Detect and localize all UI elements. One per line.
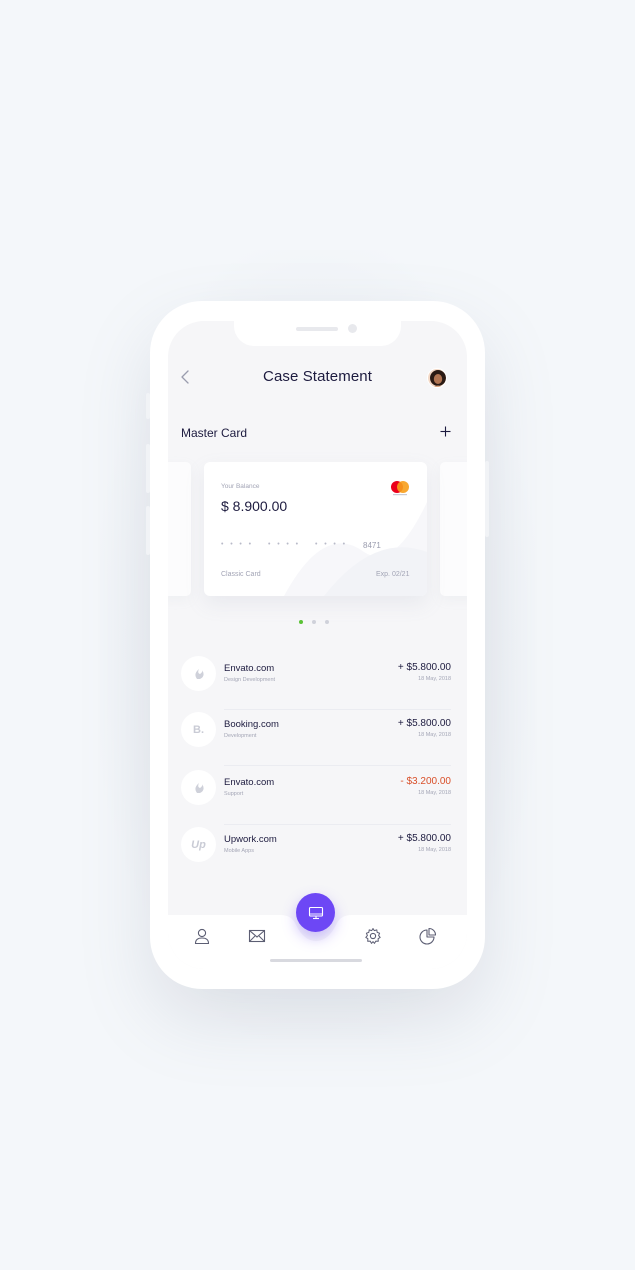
transaction-date: 18 May, 2018 — [418, 847, 451, 853]
avatar-portrait-icon — [430, 370, 446, 387]
pie-chart-icon[interactable] — [419, 927, 437, 945]
side-button-volume-up — [146, 444, 150, 493]
home-indicator[interactable] — [270, 959, 362, 962]
user-icon[interactable] — [193, 927, 211, 945]
mastercard-logo-icon — [391, 481, 409, 496]
previous-card-peek[interactable] — [168, 462, 191, 596]
transaction-amount: - $3.200.00 — [400, 776, 451, 787]
transaction-list: Envato.com Design Development + $5.800.0… — [181, 654, 451, 881]
transaction-row[interactable]: Up Upwork.com Mobile Apps + $5.800.00 18… — [181, 825, 451, 881]
transaction-row[interactable]: Envato.com Support - $3.200.00 18 May, 2… — [181, 766, 451, 825]
transaction-category: Design Development — [224, 677, 276, 683]
add-card-plus-icon[interactable] — [440, 426, 451, 437]
pager-dot[interactable] — [312, 620, 316, 624]
balance-label: Your Balance — [221, 483, 260, 490]
section-title: Master Card — [181, 426, 248, 440]
side-button-mute — [146, 393, 150, 419]
card-number-mask-2: • • • • — [268, 541, 301, 548]
booking-logo-icon: B. — [181, 712, 216, 747]
card-pager[interactable] — [299, 620, 329, 624]
transaction-name: Upwork.com — [224, 834, 277, 845]
card-number-mask-1: • • • • — [221, 541, 254, 548]
card-last4: 8471 — [363, 541, 381, 550]
envato-leaf-icon — [181, 656, 216, 691]
monitor-tab-button[interactable] — [296, 893, 335, 932]
transaction-row[interactable]: Envato.com Design Development + $5.800.0… — [181, 654, 451, 710]
side-button-power — [485, 461, 489, 537]
envato-leaf-icon — [181, 770, 216, 805]
transaction-date: 18 May, 2018 — [418, 732, 451, 738]
page-title: Case Statement — [263, 368, 372, 385]
speaker — [296, 327, 338, 331]
transaction-category: Support — [224, 791, 244, 797]
transaction-amount: + $5.800.00 — [397, 662, 451, 673]
transaction-category: Development — [224, 733, 257, 739]
next-card-peek[interactable] — [440, 462, 467, 596]
phone-frame: Case Statement Master Card Your Balance … — [146, 301, 489, 989]
pager-dot[interactable] — [299, 620, 303, 624]
master-card[interactable]: Your Balance $ 8.900.00 • • • • • • • • … — [204, 462, 427, 596]
transaction-date: 18 May, 2018 — [418, 790, 451, 796]
transaction-name: Booking.com — [224, 719, 279, 730]
transaction-amount: + $5.800.00 — [397, 833, 451, 844]
balance-amount: $ 8.900.00 — [221, 498, 288, 514]
transaction-category: Mobile Apps — [224, 848, 254, 854]
notch — [234, 321, 401, 346]
side-button-volume-down — [146, 506, 150, 555]
pager-dot[interactable] — [325, 620, 329, 624]
gear-icon[interactable] — [364, 927, 382, 945]
monitor-icon — [308, 906, 323, 919]
transaction-row[interactable]: B. Booking.com Development + $5.800.00 1… — [181, 710, 451, 766]
mail-icon[interactable] — [248, 927, 266, 945]
card-type: Classic Card — [221, 571, 261, 578]
transaction-date: 18 May, 2018 — [418, 676, 451, 682]
app-screen: Case Statement Master Card Your Balance … — [168, 321, 467, 969]
camera — [348, 324, 357, 333]
transaction-amount: + $5.800.00 — [397, 718, 451, 729]
avatar[interactable] — [427, 368, 447, 388]
transaction-name: Envato.com — [224, 663, 275, 674]
upwork-logo-icon: Up — [181, 827, 216, 862]
card-expiry: Exp. 02/21 — [376, 571, 410, 578]
card-number-mask-3: • • • • — [315, 541, 348, 548]
transaction-name: Envato.com — [224, 777, 275, 788]
